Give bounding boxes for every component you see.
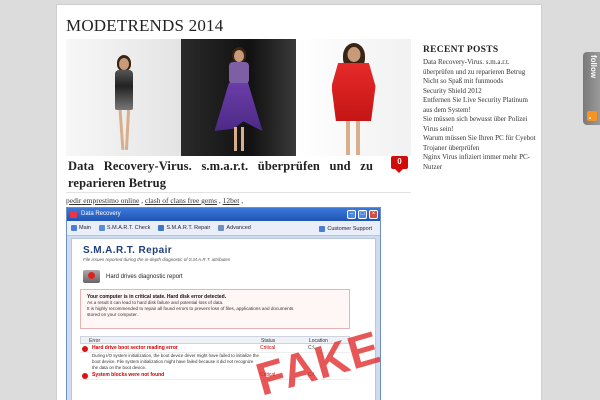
- model-leg: [346, 121, 350, 155]
- toolbar-smart-repair-label: S.M.A.R.T. Repair: [166, 225, 211, 231]
- sponsored-links: pedir emprestimo online , clash of clans…: [66, 196, 244, 205]
- model-silver-dress: [114, 70, 133, 110]
- home-icon: [71, 225, 77, 231]
- rss-icon: [587, 111, 597, 121]
- alert-line: It is highly recommended to repair all f…: [87, 306, 294, 311]
- diagnostic-report-row: Hard drives diagnostic report: [83, 270, 183, 283]
- model-head: [347, 47, 360, 62]
- repair-icon: [158, 225, 165, 231]
- banner-photo-red-dress: [296, 39, 411, 156]
- recent-post-link[interactable]: Security Shield 2012: [423, 87, 539, 97]
- toolbar-smart-check: S.M.A.R.T. Check: [95, 222, 154, 235]
- diagnostic-report-label: Hard drives diagnostic report: [106, 273, 183, 280]
- recent-post-link[interactable]: Entfernen Sie Live Security Platinum aus…: [423, 96, 539, 115]
- post-screenshot-image: Data Recovery – □ × Main S.M.A.R.T. Chec…: [66, 207, 381, 400]
- banner-photo-purple-dress: [181, 39, 296, 156]
- recent-post-link[interactable]: Data Recovery-Virus. s.m.a.r.t. überprüf…: [423, 58, 539, 77]
- check-icon: [98, 225, 105, 231]
- toolbar-support-label: Customer Support: [327, 225, 372, 232]
- model-head: [233, 50, 244, 62]
- link-clash-of-clans[interactable]: clash of clans free gems: [145, 196, 217, 205]
- recent-post-link[interactable]: Nicht so Spaß mit funmoods: [423, 77, 539, 87]
- post-title[interactable]: Data Recovery-Virus. s.m.a.r.t. überprüf…: [68, 158, 373, 192]
- model-purple-top: [228, 62, 249, 84]
- model-leg: [356, 121, 360, 155]
- screenshot-window-title: Data Recovery: [81, 211, 121, 217]
- model-leg: [124, 109, 131, 151]
- alert-line: As a result it can lead to hard disk fai…: [87, 300, 224, 305]
- model-red-dress: [331, 63, 376, 121]
- smart-repair-heading: S.M.A.R.T. Repair: [83, 245, 173, 256]
- model-leg: [234, 127, 237, 151]
- banner-photo-silver-dress: [66, 39, 181, 156]
- smart-repair-subheading: File issues reported during the in-depth…: [83, 257, 231, 262]
- recent-posts-list: Data Recovery-Virus. s.m.a.r.t. überprüf…: [423, 58, 539, 172]
- link-12bet[interactable]: 12bet: [223, 196, 240, 205]
- toolbar-customer-support: Customer Support: [315, 222, 376, 235]
- link-pedir-emprestimo[interactable]: pedir emprestimo online: [66, 196, 139, 205]
- toolbar-main-label: Main: [79, 225, 91, 231]
- model-leg: [241, 127, 244, 151]
- error-name: Hard drive boot sector reading error: [80, 345, 260, 352]
- maximize-icon: □: [358, 210, 367, 219]
- model-purple-skirt: [214, 83, 263, 131]
- recent-post-link[interactable]: Sie müssen sich bewusst über Polizei Vir…: [423, 115, 539, 134]
- page-container: MODETRENDS 2014 Data Recovery-Virus. s.m…: [56, 4, 542, 400]
- toolbar-smart-check-label: S.M.A.R.T. Check: [106, 225, 151, 231]
- app-icon: [70, 211, 77, 218]
- critical-alert-box: Your computer is in critical state. Hard…: [80, 289, 350, 329]
- sidebar-heading: RECENT POSTS: [423, 45, 499, 55]
- model-leg: [118, 109, 125, 151]
- recent-post-link[interactable]: Nginx Virus infiziert immer mehr PC-Nutz…: [423, 153, 539, 172]
- toolbar-advanced-label: Advanced: [226, 225, 251, 231]
- support-icon: [319, 225, 326, 232]
- toolbar-advanced: Advanced: [214, 222, 254, 235]
- error-description: During I/O system initialization, the bo…: [92, 353, 259, 370]
- toolbar-main: Main: [67, 222, 95, 235]
- divider: [66, 192, 411, 193]
- screenshot-toolbar: Main S.M.A.R.T. Check S.M.A.R.T. Repair …: [67, 221, 380, 236]
- header-banner: [66, 39, 411, 156]
- sidebar-recent-posts: RECENT POSTS Data Recovery-Virus. s.m.a.…: [423, 45, 539, 172]
- follow-label: follow: [589, 55, 598, 79]
- alert-line: stored on your computer.: [87, 312, 138, 317]
- hard-drive-icon: [83, 270, 100, 283]
- model-head: [118, 58, 129, 70]
- follow-tab[interactable]: follow: [583, 52, 600, 125]
- minimize-icon: –: [347, 210, 356, 219]
- site-title[interactable]: MODETRENDS 2014: [66, 16, 223, 36]
- screenshot-titlebar: Data Recovery – □ ×: [67, 208, 380, 221]
- column-header-error: Error: [89, 338, 101, 344]
- close-icon: ×: [369, 210, 378, 219]
- error-name: System blocks were not found: [80, 372, 260, 379]
- comment-count-badge[interactable]: 0: [391, 156, 408, 173]
- toolbar-smart-repair: S.M.A.R.T. Repair: [154, 222, 214, 235]
- recent-post-link[interactable]: Warum müssen Sie Ihren PC für Cyebot Tro…: [423, 134, 539, 153]
- advanced-icon: [218, 225, 225, 231]
